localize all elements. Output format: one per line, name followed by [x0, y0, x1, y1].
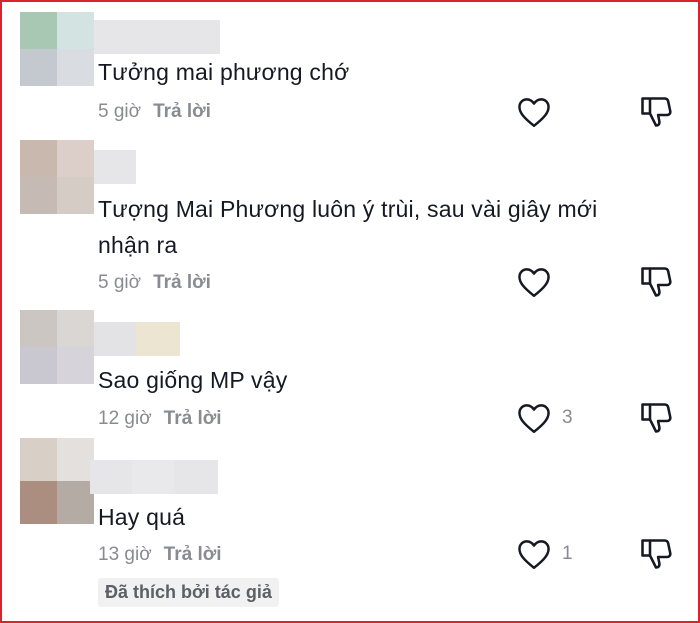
reply-button[interactable]: Trả lời — [153, 272, 211, 293]
username-blurred[interactable] — [90, 460, 218, 494]
comment-time: 5 giờ — [98, 272, 142, 293]
liked-by-creator-badge: Đã thích bởi tác giả — [98, 578, 279, 607]
comment-section: Tưởng mai phương chớ 5 giờ Trả lời Tượng … — [0, 0, 700, 623]
comment-text: Sao giống MP vậy — [98, 367, 288, 393]
reply-button[interactable]: Trả lời — [164, 544, 222, 565]
avatar[interactable] — [20, 12, 94, 86]
heart-icon — [518, 404, 550, 434]
thumbs-down-icon — [641, 403, 672, 433]
heart-icon — [518, 268, 550, 298]
avatar[interactable] — [20, 438, 94, 524]
thumbs-down-icon — [641, 97, 672, 127]
thumbs-down-icon — [641, 267, 672, 297]
dislike-button[interactable] — [638, 264, 674, 305]
like-button[interactable]: 3 — [516, 402, 573, 434]
heart-icon — [518, 540, 550, 570]
comment-text: Tượng Mai Phương luôn ý trùi, sau vài gi… — [98, 196, 598, 258]
dislike-button[interactable] — [638, 94, 674, 135]
comment-meta: 12 giờ Trả lời — [98, 408, 222, 430]
dislike-button[interactable] — [638, 400, 674, 441]
heart-icon — [518, 98, 550, 128]
comment-time: 13 giờ — [98, 544, 152, 565]
username-blurred[interactable] — [94, 20, 220, 54]
comment-time: 5 giờ — [98, 101, 142, 122]
avatar[interactable] — [20, 140, 94, 214]
comment-text: Tưởng mai phương chớ — [98, 59, 350, 85]
comment-meta: 13 giờ Trả lời — [98, 544, 222, 566]
comment-meta: 5 giờ Trả lời — [98, 101, 211, 123]
thumbs-down-icon — [641, 539, 672, 569]
like-button[interactable] — [516, 96, 562, 128]
comment-time: 12 giờ — [98, 408, 152, 429]
comment-text: Hay quá — [98, 504, 186, 530]
avatar[interactable] — [20, 310, 94, 384]
like-count: 1 — [562, 543, 573, 564]
comment-meta: 5 giờ Trả lời — [98, 272, 211, 294]
like-button[interactable] — [516, 266, 562, 298]
reply-button[interactable]: Trả lời — [153, 101, 211, 122]
username-blurred[interactable] — [94, 322, 180, 356]
like-count: 3 — [562, 407, 573, 428]
username-blurred[interactable] — [94, 150, 136, 184]
like-button[interactable]: 1 — [516, 538, 573, 570]
reply-button[interactable]: Trả lời — [164, 408, 222, 429]
dislike-button[interactable] — [638, 536, 674, 577]
